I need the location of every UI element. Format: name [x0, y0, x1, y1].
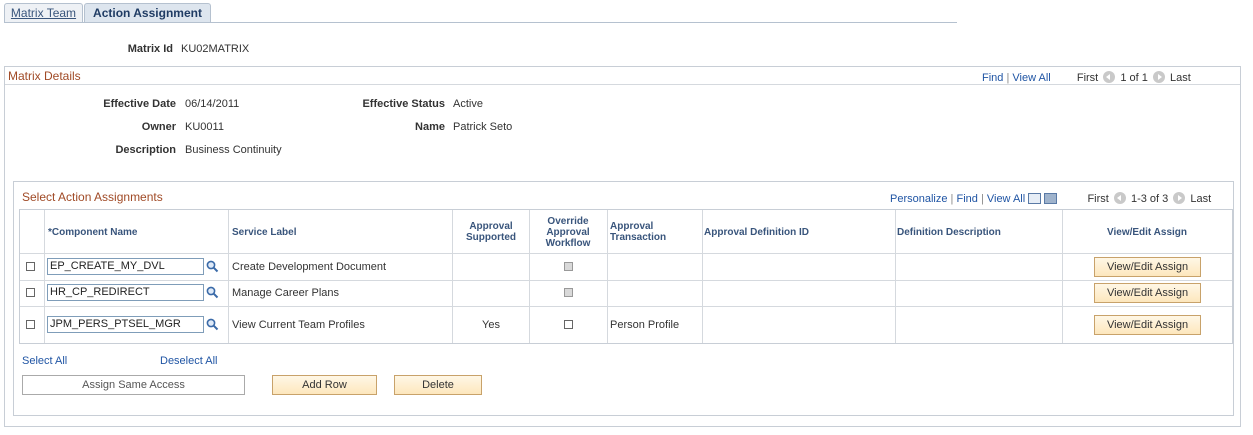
tab-label: Action Assignment [93, 6, 202, 20]
col-override-workflow: Override Approval Workflow [545, 215, 591, 249]
nav-separator: | [1006, 72, 1010, 84]
action-assignments-nav: Personalize | Find | View All First 1-3 … [890, 192, 1211, 205]
name-value: Patrick Seto [453, 121, 513, 133]
tab-divider [4, 22, 957, 23]
download-spreadsheet-icon[interactable] [1044, 193, 1058, 204]
range-label: 1 of 1 [1120, 72, 1148, 84]
grid-col-divider [529, 210, 530, 343]
range-label: 1-3 of 3 [1130, 193, 1169, 205]
lookup-icon[interactable] [206, 286, 219, 299]
override-workflow-checkbox [564, 262, 573, 271]
col-definition-description: Definition Description [897, 226, 1001, 238]
grid-col-divider [1062, 210, 1063, 343]
col-approval-definition-id: Approval Definition ID [704, 226, 809, 238]
description-value: Business Continuity [185, 144, 282, 156]
grid-col-divider [452, 210, 453, 343]
grid-row-divider [20, 280, 1232, 281]
lookup-icon[interactable] [206, 260, 219, 273]
col-view-edit-assign: View/Edit Assign [1106, 226, 1188, 238]
first-label: First [1076, 72, 1099, 84]
next-icon[interactable] [1152, 71, 1165, 83]
find-link[interactable]: Find [982, 72, 1003, 84]
grid-col-divider [702, 210, 703, 343]
owner-label: Owner [141, 121, 176, 133]
tab-label: Matrix Team [10, 6, 77, 20]
effective-status-value: Active [453, 98, 483, 110]
grid-header-divider [20, 253, 1232, 254]
view-all-link[interactable]: View All [987, 193, 1025, 205]
col-service-label: Service Label [232, 226, 297, 238]
component-name-input[interactable]: HR_CP_REDIRECT [47, 284, 204, 301]
row-select-checkbox[interactable] [26, 320, 35, 329]
grid-row-divider [20, 306, 1232, 307]
find-link[interactable]: Find [956, 193, 977, 205]
view-edit-assign-button[interactable]: View/Edit Assign [1094, 315, 1201, 335]
approval-supported-cell: Yes [482, 319, 500, 331]
last-label: Last [1190, 193, 1212, 205]
select-all-link[interactable]: Select All [22, 355, 67, 367]
previous-icon[interactable] [1113, 192, 1126, 204]
effective-date-label: Effective Date [103, 98, 176, 110]
owner-value: KU0011 [185, 121, 224, 133]
nav-separator: | [980, 193, 984, 205]
col-approval-supported: Approval Supported [466, 221, 516, 243]
col-component-name: *Component Name [48, 226, 138, 238]
description-label: Description [115, 144, 176, 156]
tab-action-assignment[interactable]: Action Assignment [84, 3, 211, 23]
add-row-button[interactable]: Add Row [272, 375, 377, 395]
last-label: Last [1170, 72, 1191, 84]
tab-matrix-team[interactable]: Matrix Team [4, 3, 83, 22]
grid-col-divider [44, 210, 45, 343]
service-label-cell: Create Development Document [232, 261, 387, 273]
delete-button[interactable]: Delete [394, 375, 482, 395]
view-all-link[interactable]: View All [1012, 72, 1050, 84]
personalize-link[interactable]: Personalize [890, 193, 947, 205]
approval-transaction-cell: Person Profile [610, 319, 680, 331]
first-label: First [1087, 193, 1109, 205]
lookup-icon[interactable] [206, 318, 219, 331]
col-approval-transaction: Approval Transaction [610, 221, 667, 243]
action-assignments-title: Select Action Assignments [22, 190, 163, 204]
component-name-input[interactable]: EP_CREATE_MY_DVL [47, 258, 204, 275]
name-label: Name [415, 121, 445, 133]
grid-col-divider [607, 210, 608, 343]
row-select-checkbox[interactable] [26, 288, 35, 297]
view-edit-assign-button[interactable]: View/Edit Assign [1094, 257, 1201, 277]
matrix-id-label: Matrix Id [127, 43, 173, 55]
matrix-details-title: Matrix Details [8, 69, 81, 83]
previous-icon[interactable] [1103, 71, 1116, 83]
service-label-cell: View Current Team Profiles [232, 319, 365, 331]
override-workflow-checkbox[interactable] [564, 320, 573, 329]
override-workflow-checkbox [564, 288, 573, 297]
assign-same-access-button[interactable]: Assign Same Access [22, 375, 245, 395]
view-edit-assign-button[interactable]: View/Edit Assign [1094, 283, 1201, 303]
grid-col-divider [228, 210, 229, 343]
row-select-checkbox[interactable] [26, 262, 35, 271]
matrix-id-value: KU02MATRIX [181, 43, 250, 55]
zoom-grid-icon[interactable] [1028, 193, 1042, 204]
service-label-cell: Manage Career Plans [232, 287, 340, 299]
next-icon[interactable] [1173, 192, 1186, 204]
component-name-input[interactable]: JPM_PERS_PTSEL_MGR [47, 316, 204, 333]
matrix-details-nav: Find | View All First 1 of 1 Last [982, 71, 1191, 84]
deselect-all-link[interactable]: Deselect All [160, 355, 217, 367]
nav-separator: | [950, 193, 954, 205]
effective-status-label: Effective Status [362, 98, 445, 110]
grid-col-divider [895, 210, 896, 343]
effective-date-value: 06/14/2011 [185, 98, 240, 110]
